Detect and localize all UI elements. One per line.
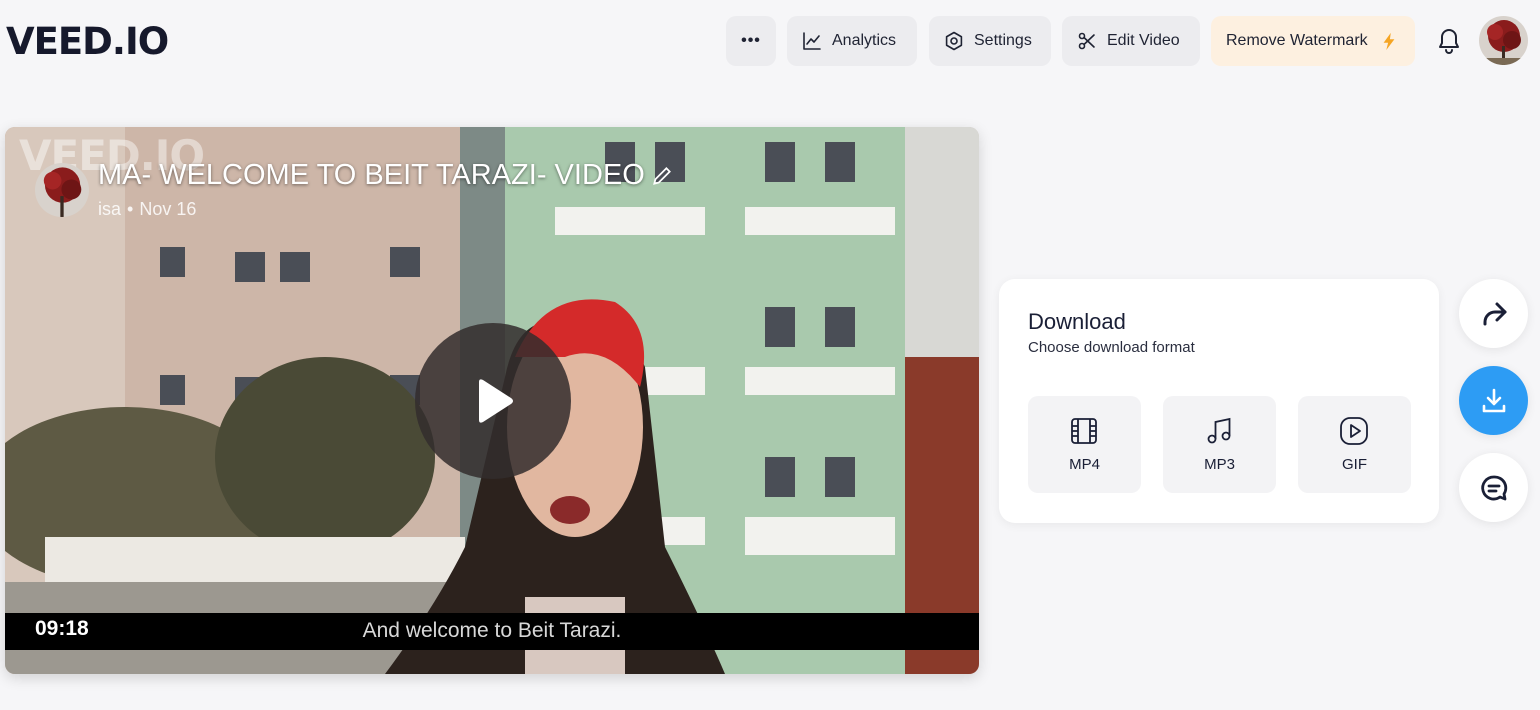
chart-line-icon bbox=[803, 32, 821, 50]
format-mp3-button[interactable]: MP3 bbox=[1163, 396, 1276, 493]
format-gif-button[interactable]: GIF bbox=[1298, 396, 1411, 493]
edit-video-button[interactable]: Edit Video bbox=[1062, 16, 1200, 66]
lightning-icon bbox=[1383, 32, 1395, 50]
download-title: Download bbox=[1028, 309, 1126, 334]
veed-logo[interactable]: VEED.IO bbox=[6, 20, 169, 63]
share-button[interactable] bbox=[1459, 279, 1528, 348]
video-date: Nov 16 bbox=[139, 199, 197, 219]
author-avatar bbox=[35, 163, 89, 217]
play-circle-icon bbox=[1340, 417, 1368, 445]
caption-bar: 09:18 And welcome to Beit Tarazi. bbox=[5, 613, 979, 650]
film-icon bbox=[1071, 418, 1097, 444]
settings-label: Settings bbox=[974, 32, 1032, 49]
settings-button[interactable]: Settings bbox=[929, 16, 1051, 66]
user-avatar[interactable] bbox=[1479, 16, 1528, 65]
remove-watermark-label: Remove Watermark bbox=[1226, 32, 1368, 49]
play-icon bbox=[479, 379, 513, 423]
download-button[interactable] bbox=[1459, 366, 1528, 435]
comment-button[interactable] bbox=[1459, 453, 1528, 522]
download-subtitle: Choose download format bbox=[1028, 339, 1195, 356]
video-player[interactable]: VEED.IO MA- WELCOME TO BEIT TARAZI- VIDE… bbox=[5, 127, 979, 674]
comment-icon bbox=[1480, 475, 1507, 500]
format-mp3-label: MP3 bbox=[1204, 456, 1235, 473]
pencil-icon[interactable] bbox=[651, 165, 673, 187]
more-options-button[interactable]: ••• bbox=[726, 16, 776, 66]
video-meta: isa • Nov 16 bbox=[98, 199, 197, 219]
download-icon bbox=[1482, 388, 1505, 412]
edit-video-label: Edit Video bbox=[1107, 32, 1180, 49]
more-icon: ••• bbox=[741, 32, 761, 49]
analytics-label: Analytics bbox=[832, 32, 897, 49]
format-gif-label: GIF bbox=[1342, 456, 1367, 473]
remove-watermark-button[interactable]: Remove Watermark bbox=[1211, 16, 1415, 66]
format-mp4-button[interactable]: MP4 bbox=[1028, 396, 1141, 493]
bell-icon[interactable] bbox=[1434, 26, 1464, 56]
video-subtitle: And welcome to Beit Tarazi. bbox=[362, 619, 622, 642]
video-author: isa bbox=[98, 199, 122, 219]
scissors-icon bbox=[1078, 32, 1095, 50]
analytics-button[interactable]: Analytics bbox=[787, 16, 917, 66]
download-panel: Download Choose download format MP4 MP3 … bbox=[999, 279, 1439, 523]
format-mp4-label: MP4 bbox=[1069, 456, 1100, 473]
gear-icon bbox=[945, 31, 963, 51]
music-note-icon bbox=[1207, 417, 1231, 444]
play-button[interactable] bbox=[415, 323, 571, 479]
video-title-text: MA- WELCOME TO BEIT TARAZI- VIDEO bbox=[98, 159, 645, 191]
video-title[interactable]: MA- WELCOME TO BEIT TARAZI- VIDEO bbox=[98, 159, 673, 192]
share-arrow-icon bbox=[1483, 302, 1506, 325]
